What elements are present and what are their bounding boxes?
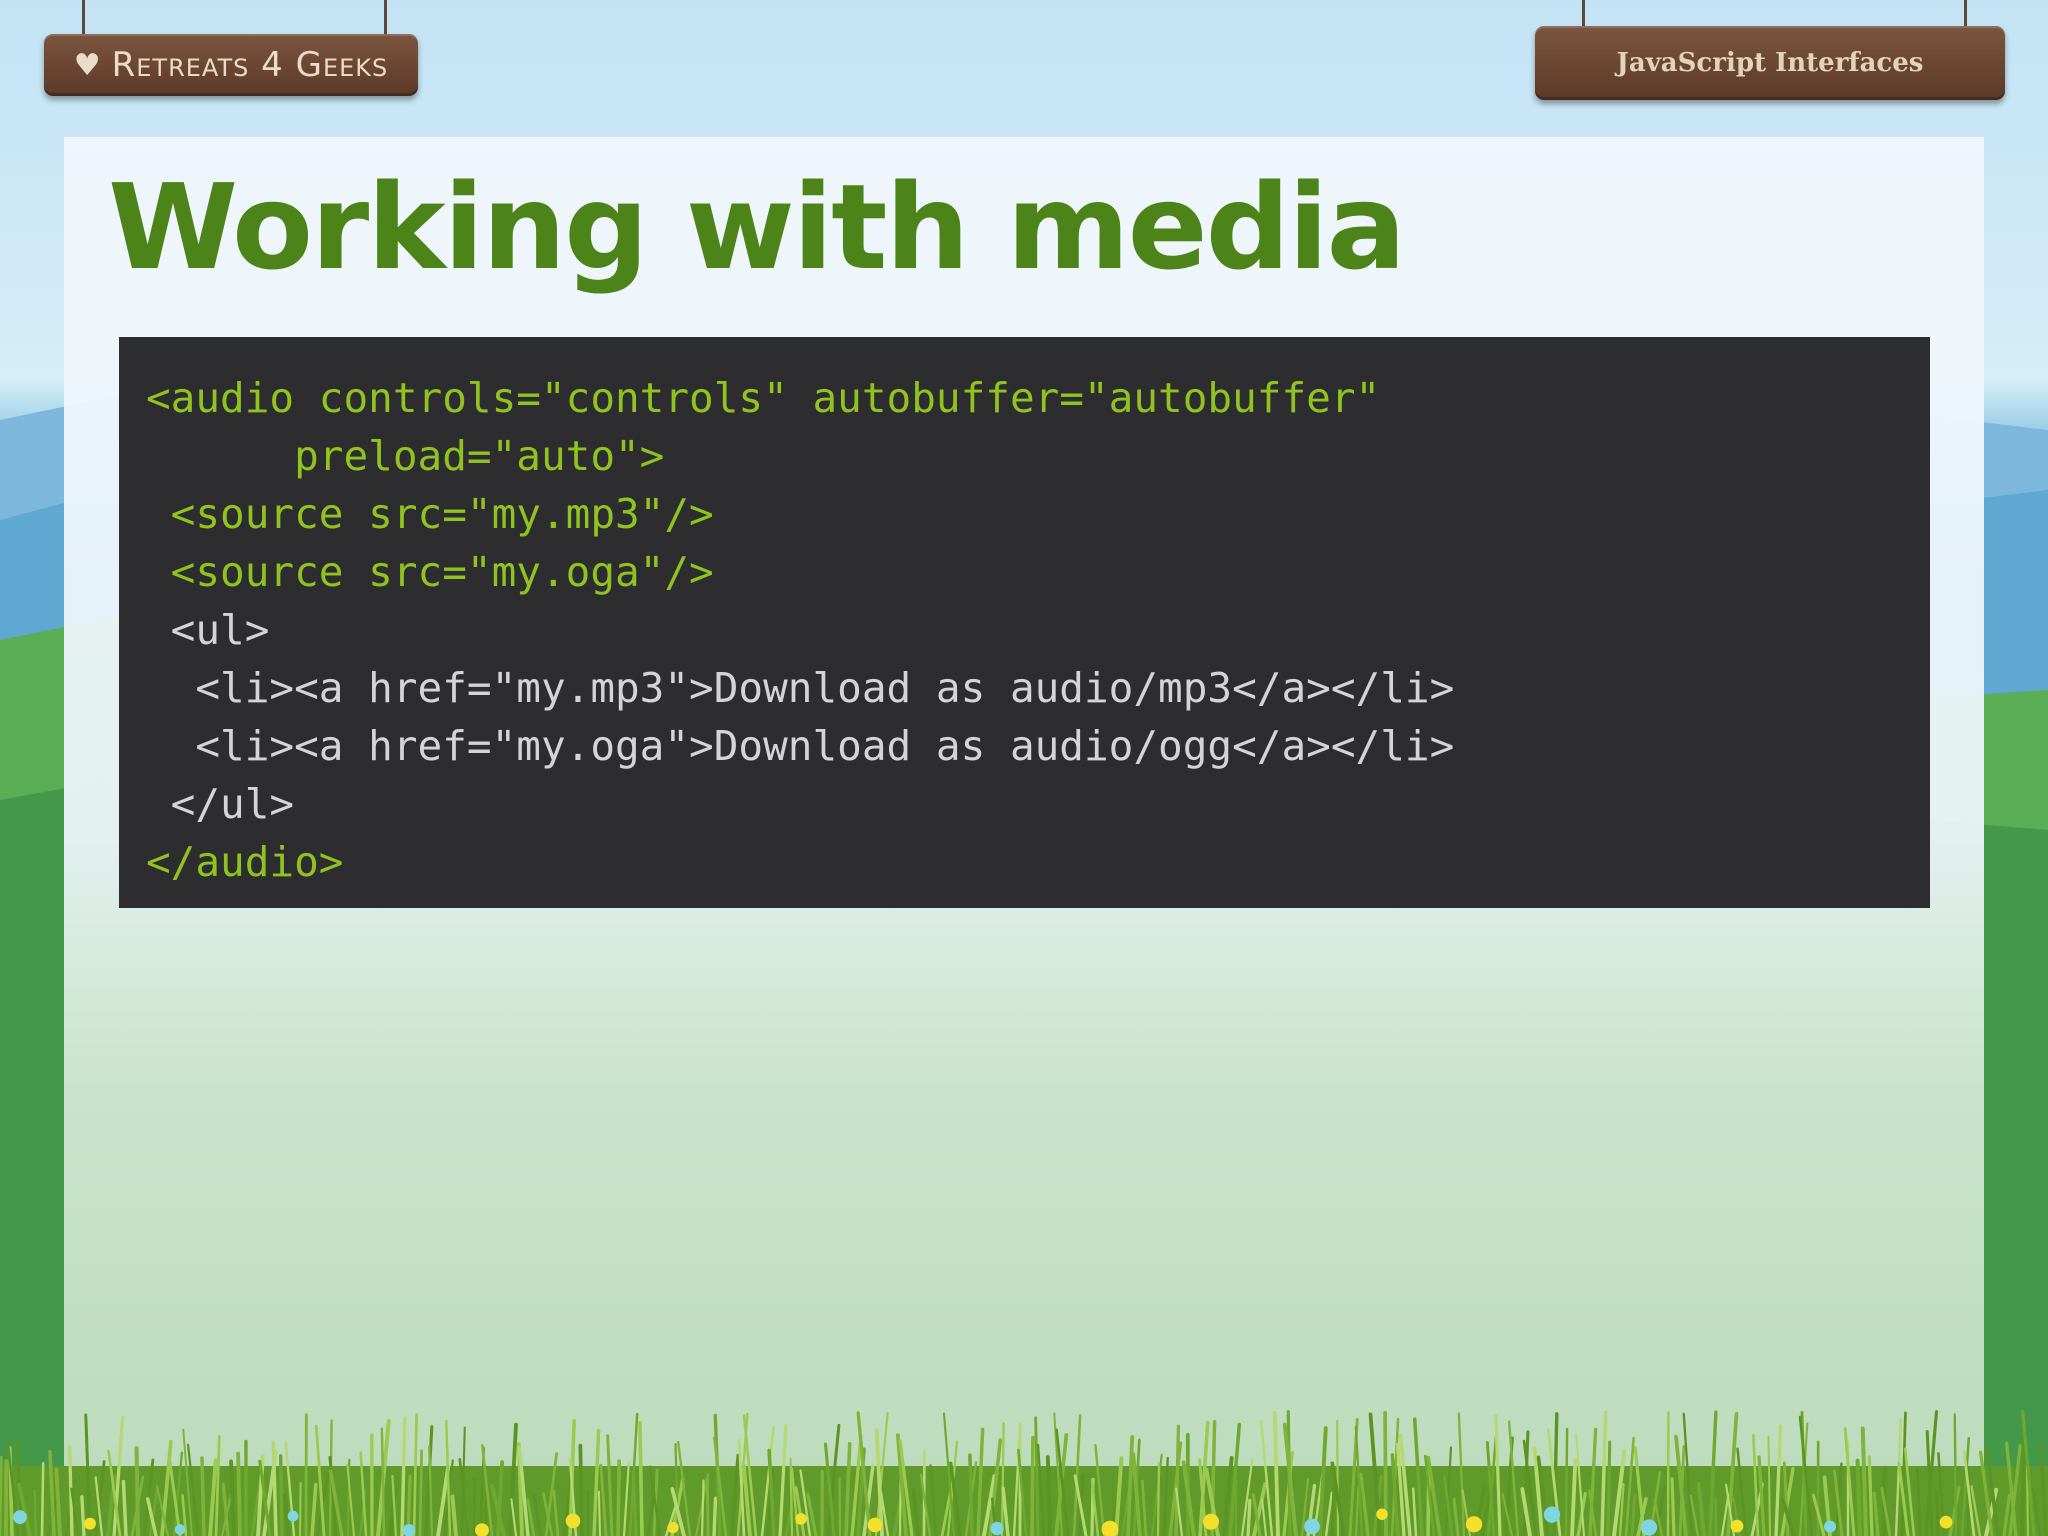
code-line: </ul>: [146, 780, 295, 828]
flower: [1543, 1506, 1561, 1523]
grass-blade: [1564, 1427, 1569, 1536]
sign-rope: [384, 0, 387, 38]
flower: [1304, 1518, 1320, 1535]
code-line: <li><a href="my.mp3">Download as audio/m…: [146, 664, 1455, 712]
flower: [1823, 1520, 1837, 1533]
grass-blade: [1855, 1458, 1862, 1536]
flower: [84, 1517, 96, 1530]
heart-icon: ♥: [73, 47, 102, 83]
code-line: <source src="my.mp3"/>: [146, 490, 714, 538]
deck-title-sign: JavaScript Interfaces: [1535, 26, 2005, 100]
code-line: preload="auto">: [146, 432, 665, 480]
flower: [1376, 1508, 1388, 1520]
grass-blade: [712, 1496, 718, 1536]
flower: [1202, 1513, 1220, 1530]
grass-blade: [0, 1455, 3, 1536]
grass-blade: [1030, 1435, 1035, 1536]
grass-blade: [418, 1449, 424, 1536]
grass-blade: [968, 1453, 974, 1536]
brand-logo: ♥ Retreats 4 Geeks: [74, 45, 389, 85]
slide-title: Working with media: [108, 158, 1406, 296]
flower: [174, 1524, 186, 1535]
code-line: <li><a href="my.oga">Download as audio/o…: [146, 722, 1455, 770]
flower: [1939, 1515, 1953, 1529]
grass-blade: [1246, 1498, 1252, 1536]
grass-blade: [578, 1443, 584, 1536]
grass-border: [0, 1409, 2048, 1536]
flower: [287, 1510, 299, 1522]
flower: [667, 1521, 679, 1534]
grass-blade: [134, 1446, 140, 1536]
grass-blade: [1045, 1455, 1052, 1536]
code-line: <source src="my.oga"/>: [146, 548, 714, 596]
code-block: <audio controls="controls" autobuffer="a…: [119, 337, 1930, 908]
grass-blade: [1330, 1486, 1336, 1536]
grass-blade: [298, 1481, 302, 1536]
flower: [1730, 1519, 1744, 1533]
flower: [990, 1521, 1004, 1536]
grass-blade: [80, 1495, 86, 1536]
code-line: <audio controls="controls" autobuffer="a…: [146, 374, 1381, 422]
grass-blade: [33, 1488, 38, 1536]
grass-blade: [40, 1461, 45, 1536]
grass-blade: [236, 1451, 242, 1536]
flower: [565, 1513, 581, 1529]
flower: [1640, 1519, 1658, 1536]
flower: [13, 1510, 27, 1525]
grass-blade: [616, 1459, 621, 1536]
grass-blade: [472, 1477, 476, 1536]
sign-rope: [82, 0, 85, 38]
flower: [795, 1513, 807, 1525]
grass-blade: [1935, 1489, 1940, 1536]
code-line: </audio>: [146, 838, 344, 886]
grass-blade: [1336, 1419, 1340, 1536]
code-line: <ul>: [146, 606, 270, 654]
grass-blade: [1156, 1462, 1161, 1536]
grass-blade: [638, 1421, 644, 1536]
flower: [1465, 1516, 1483, 1533]
grass-blade: [200, 1456, 206, 1536]
grass-blade: [1670, 1477, 1676, 1536]
grass-blade: [1606, 1440, 1612, 1536]
grass-blade: [597, 1490, 602, 1536]
grass-blade: [278, 1454, 284, 1536]
deck-title: JavaScript Interfaces: [1616, 48, 1924, 78]
grass-blade: [700, 1479, 705, 1536]
grass-blade: [705, 1476, 710, 1536]
grass-blade: [1953, 1413, 1958, 1536]
brand-label: Retreats 4 Geeks: [111, 45, 389, 85]
flower: [867, 1517, 883, 1533]
brand-sign: ♥ Retreats 4 Geeks: [44, 34, 418, 96]
